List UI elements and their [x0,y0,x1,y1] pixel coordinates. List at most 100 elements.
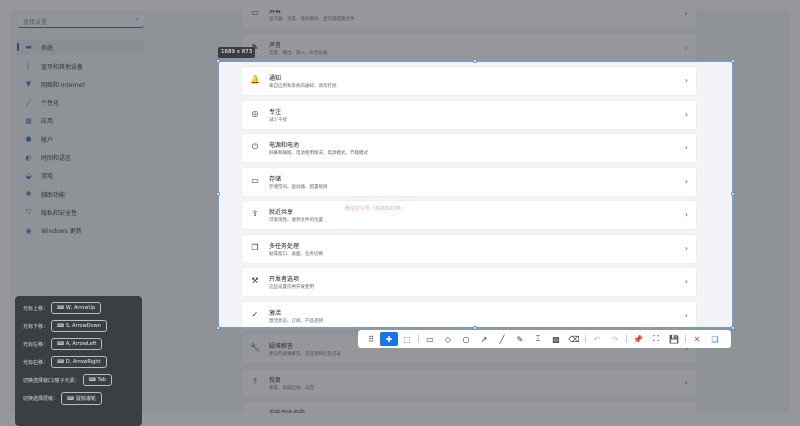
settings-card[interactable]: 🔈 声音 音量、输出、输入、声音设备 › [241,32,697,63]
developer-icon: ⚒ [251,276,259,285]
toolbar-divider [626,335,627,343]
card-title: 多任务处理 [269,242,300,250]
settings-card[interactable]: ❐ 多任务处理 贴靠窗口、桌面、任务切换 › [241,233,697,264]
redo-icon[interactable]: ↷ [606,332,624,346]
settings-card[interactable]: ▭ 投影到此电脑 › [241,401,697,413]
settings-card[interactable]: ▭ 存储 存储空间、驱动器、配置规则 › [241,166,697,197]
settings-card[interactable]: ⤒ 恢复 重置、高级启动、返回 › [241,367,697,398]
chevron-right-icon: › [684,109,688,119]
shortcut-label: 切换选择层级： [23,396,59,402]
card-subtitle: 屏幕和睡眠、电池使用情况、电源模式、节能模式 [269,151,368,156]
sidebar-item[interactable]: ◒ 游戏 [16,168,144,184]
shortcut-row: 光标上移： ⌨ W, ArrowUp [23,302,102,314]
wifi-icon: ▼ [25,80,32,89]
display-icon: ▭ [251,10,259,17]
resize-handle[interactable] [731,59,735,63]
sidebar-item[interactable]: ▦ 应用 [16,113,144,129]
drag-handle-icon[interactable]: ⠿ [362,332,380,346]
project-icon: ▭ [250,410,260,413]
sidebar-item-label: 系统 [41,44,54,52]
chevron-right-icon: › [684,176,688,186]
sidebar-item[interactable]: ● 帐户 [16,131,144,147]
close-icon[interactable]: ✕ [688,332,706,346]
undo-icon[interactable]: ↶ [588,332,606,346]
settings-card[interactable]: ⇪ 就近共享 可发现性、收到文件的位置 › [241,200,697,230]
keyboard-icon: ⌨ [57,359,66,365]
sidebar-item-label: 隐私和安全性 [41,209,78,217]
card-title: 电源和电池 [269,142,300,149]
monitor-icon: ▬ [25,43,32,51]
sidebar-item[interactable]: ▬ 系统 [16,39,144,55]
resize-handle[interactable] [216,326,220,330]
sidebar-item[interactable]: ╱ 个性化 [16,95,144,111]
update-icon: ◉ [25,226,32,235]
mosaic-icon[interactable]: ▩ [547,332,565,346]
sidebar-item-label: 时间和语言 [41,155,72,162]
check-circle-icon: ✓ [251,309,259,319]
shortcut-key-text: W, ArrowUp [65,305,96,311]
card-subtitle: 来自应用和系统的通知、请勿打扰 [269,84,337,89]
storage-icon: ▭ [251,175,259,185]
pencil-icon[interactable]: ✎ [511,332,529,346]
text-icon[interactable]: ⌶ [529,332,547,346]
sidebar-item[interactable]: ◐ 时间和语言 [16,150,144,166]
resize-handle[interactable] [731,326,735,330]
shortcut-row: 切换选择窗口/窗子元素： ⌨ Tab [23,374,112,386]
keyboard-icon: ⌨ [88,377,98,383]
chevron-right-icon: › [684,210,688,219]
keyboard-icon: ⌨ [57,341,66,347]
sidebar-item[interactable]: ✱ 辅助功能 [16,186,144,202]
card-title: 疑难解答 [269,343,294,350]
settings-card[interactable]: ⏻ 电源和电池 屏幕和睡眠、电池使用情况、电源模式、节能模式 › [241,133,697,163]
sidebar-item-label: Windows 更新 [41,228,82,236]
settings-card[interactable]: ◎ 专注 减少干扰 › [241,99,697,130]
sidebar-item[interactable]: ⛉ 隐私和安全性 [16,204,144,220]
gamepad-icon: ◒ [25,171,32,180]
resize-handle[interactable] [216,59,220,63]
card-title: 屏幕 [269,10,282,15]
arrow-icon[interactable]: ↗ [475,332,493,346]
settings-card[interactable]: ⚒ 开发者选项 这些设置仅供开发使用 › [241,267,697,297]
shortcut-label: 光标上移： [23,305,49,312]
pin-icon[interactable]: 📌 [629,332,647,346]
shortcut-key-text: D, ArrowRight [65,359,101,365]
resize-handle[interactable] [216,192,220,196]
search-icon: ⌕ [135,16,139,23]
shortcut-key: ⌨ A, ArrowLeft [51,338,103,350]
sidebar-item[interactable]: ▼ 网络和 Internet [16,76,144,92]
select-region-icon[interactable]: ⬚ [398,332,416,346]
rectangle-icon[interactable]: ▭ [421,332,439,346]
search-input[interactable]: 查找设置 ⌕ [18,14,144,28]
circle-icon[interactable]: ○ [457,332,475,346]
ocr-icon[interactable]: ⛶ [647,332,665,346]
sidebar-item-label: 辅助功能 [41,191,66,199]
bell-icon: 🔔 [250,75,260,84]
shortcut-key-text: A, ArrowLeft [65,341,97,347]
copy-icon[interactable]: ❏ [706,332,724,346]
card-subtitle: 建议的疑难解答、首选项和历史记录 [269,352,341,357]
sidebar-item[interactable]: ᛒ 蓝牙和其他设备 [16,58,144,74]
accessibility-icon: ✱ [25,190,32,199]
selection-size-label: 1689 x 873 [218,47,256,58]
sidebar-item[interactable]: ◉ Windows 更新 [16,223,144,239]
move-icon[interactable]: ✚ [380,332,398,346]
diamond-icon[interactable]: ◇ [439,332,457,346]
sidebar-item-label: 网络和 Internet [41,81,85,89]
eraser-icon[interactable]: ⌫ [565,332,583,346]
resize-handle[interactable] [473,59,477,63]
card-subtitle: 重置、高级启动、返回 [269,385,314,391]
settings-card[interactable]: ✓ 激活 激活状态、订阅、产品密钥 › [241,300,697,331]
account-icon: ● [25,135,32,144]
resize-handle[interactable] [731,192,735,196]
card-title: 开发者选项 [269,276,300,283]
shield-icon: ⛉ [25,207,32,216]
shortcut-key: ⌨ W, ArrowUp [51,302,102,314]
line-icon[interactable]: ╱ [493,332,511,346]
card-title: 通知 [269,75,282,82]
settings-card[interactable]: ▭ 屏幕 显示器、亮度、夜间模式、显示器配置文件 › [241,10,697,29]
settings-card[interactable]: 🔔 通知 来自应用和系统的通知、请勿打扰 › [241,66,697,96]
shortcut-row: 光标下移： ⌨ S, ArrowDown [23,320,107,332]
shortcut-key: ⌨ 鼠标滚轮 [61,392,102,405]
globe-icon: ◐ [25,153,32,162]
save-icon[interactable]: 💾 [665,332,683,346]
